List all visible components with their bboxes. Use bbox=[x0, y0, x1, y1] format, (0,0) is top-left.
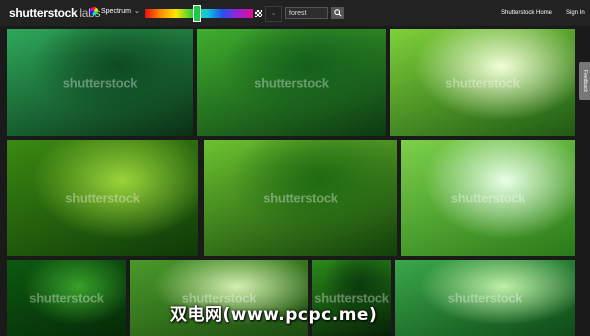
search-icon bbox=[333, 9, 342, 17]
shutterstock-home-link[interactable]: Shutterstock Home bbox=[501, 10, 552, 16]
photo-bamboo[interactable]: shutterstock bbox=[395, 260, 575, 336]
watermark-text: shutterstock bbox=[65, 190, 140, 206]
search-input[interactable] bbox=[285, 7, 328, 19]
shutterstock-labs-logo[interactable]: shutterstocklabs bbox=[9, 6, 101, 20]
feedback-label: Feedback bbox=[581, 70, 588, 92]
watermark-text: shutterstock bbox=[445, 75, 520, 90]
feedback-tab[interactable]: Feedback bbox=[579, 62, 590, 100]
watermark-text: shutterstock bbox=[263, 190, 338, 206]
logo-text: shutterstock bbox=[9, 6, 78, 20]
watermark-text: shutterstock bbox=[450, 190, 526, 206]
sign-in-link[interactable]: Sign In bbox=[566, 10, 585, 16]
photo-misty-forest[interactable]: shutterstock bbox=[7, 29, 193, 136]
photo-ivy-leaves[interactable]: shutterstock bbox=[197, 29, 386, 136]
photo-leaves-sky[interactable]: shutterstock bbox=[401, 140, 575, 256]
transparency-icon[interactable] bbox=[255, 10, 262, 17]
watermark-text: shutterstock bbox=[447, 290, 523, 306]
spectrum-label: Spectrum bbox=[101, 7, 131, 15]
chevron-down-icon[interactable]: ⌄ bbox=[265, 6, 282, 22]
top-navigation-bar: shutterstocklabs Spectrum ⌄ ⌄ Shuttersto… bbox=[0, 0, 590, 26]
photo-fern[interactable]: shutterstock bbox=[204, 140, 397, 256]
chevron-down-icon: ⌄ bbox=[133, 8, 140, 15]
watermark-text: shutterstock bbox=[254, 75, 329, 90]
spectrum-dropdown[interactable]: Spectrum ⌄ bbox=[90, 7, 140, 15]
watermark-caption: 双电网(www.pcpc.me) bbox=[170, 305, 378, 325]
photo-leaf-closeup[interactable]: shutterstock bbox=[7, 140, 198, 256]
spectrum-icon bbox=[90, 7, 98, 15]
search-button[interactable] bbox=[331, 7, 344, 19]
watermark-text: shutterstock bbox=[29, 290, 104, 306]
photo-green-plant[interactable]: shutterstock bbox=[7, 260, 126, 336]
color-slider-handle[interactable] bbox=[192, 5, 201, 22]
watermark-text: shutterstock bbox=[62, 75, 138, 90]
photo-tree-trunk-sun[interactable]: shutterstock bbox=[390, 29, 575, 136]
